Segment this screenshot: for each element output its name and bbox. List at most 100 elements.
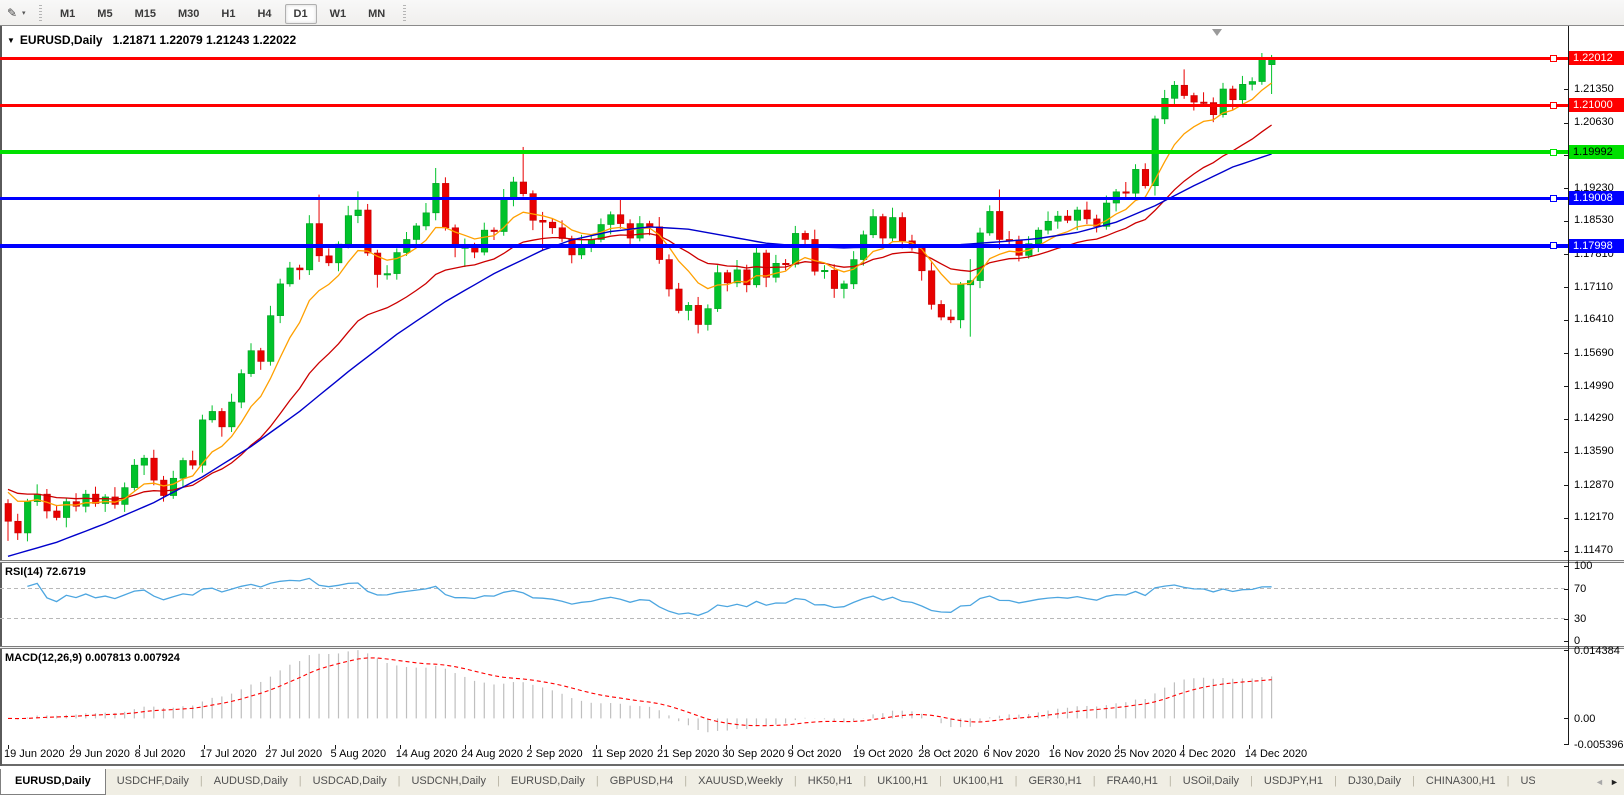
hline-price-badge[interactable]: 1.19992 <box>1569 145 1624 159</box>
candle-body <box>666 260 673 289</box>
hline-1.22012[interactable] <box>0 57 1568 60</box>
tab-scroll-right-icon[interactable]: ► <box>1607 769 1622 795</box>
timeframe-button-h1[interactable]: H1 <box>212 4 244 24</box>
hline-price-badge[interactable]: 1.22012 <box>1569 51 1624 65</box>
timeframe-button-m1[interactable]: M1 <box>51 4 84 24</box>
chart-tab-audusd-daily[interactable]: AUDUSD,Daily <box>203 769 299 795</box>
chart-tab-usdchf-daily[interactable]: USDCHF,Daily <box>106 769 200 795</box>
chart-tab-ger30-h1[interactable]: GER30,H1 <box>1018 769 1093 795</box>
hline-1.21000[interactable] <box>0 104 1568 107</box>
candle-body <box>161 480 168 495</box>
candle-body <box>131 465 138 487</box>
chart-window[interactable]: ▼EURUSD,Daily1.21871 1.22079 1.21243 1.2… <box>0 26 1624 766</box>
candle-body <box>1171 85 1178 98</box>
chart-tab-dj30-daily[interactable]: DJ30,Daily <box>1337 769 1412 795</box>
date-tick-mark <box>139 745 140 749</box>
chart-tab-uk100-h1[interactable]: UK100,H1 <box>942 769 1015 795</box>
hline-price-badge[interactable]: 1.17998 <box>1569 239 1624 253</box>
candle-body <box>1142 169 1149 185</box>
chart-tab-china300-h1[interactable]: CHINA300,H1 <box>1415 769 1507 795</box>
timeframe-button-mn[interactable]: MN <box>359 4 394 24</box>
tab-scroll-left-icon[interactable]: ◄ <box>1592 769 1607 795</box>
candle-body <box>63 502 70 518</box>
timeframe-button-m5[interactable]: M5 <box>88 4 121 24</box>
price-tick-label: 1.14990 <box>1574 380 1614 392</box>
toolbar-grip-handle-2[interactable] <box>403 5 406 21</box>
rsi-label: RSI(14) 72.6719 <box>5 566 86 578</box>
chart-tab-uk100-h1[interactable]: UK100,H1 <box>866 769 939 795</box>
timeframe-button-h4[interactable]: H4 <box>248 4 280 24</box>
chart-title: ▼EURUSD,Daily1.21871 1.22079 1.21243 1.2… <box>7 33 296 47</box>
candle-body <box>753 253 760 285</box>
candle-body <box>151 458 158 480</box>
price-tick-mark <box>1564 287 1568 288</box>
date-label: 11 Sep 2020 <box>592 748 654 760</box>
chart-tab-hk50-h1[interactable]: HK50,H1 <box>797 769 864 795</box>
rsi-line <box>27 578 1271 615</box>
candle-body <box>715 273 722 309</box>
price-tick-label: 1.12870 <box>1574 479 1614 491</box>
date-label: 29 Jun 2020 <box>69 748 130 760</box>
candle-body <box>608 215 615 225</box>
date-tick-mark <box>335 745 336 749</box>
hline-handle[interactable] <box>1550 149 1557 156</box>
chart-tab-fra40-h1[interactable]: FRA40,H1 <box>1096 769 1169 795</box>
macd-tick-mark <box>1564 650 1568 651</box>
candle-body <box>297 268 304 270</box>
draw-tool-icon[interactable]: ✎ <box>3 4 21 22</box>
date-tick-mark <box>269 745 270 749</box>
chart-tab-usoil-daily[interactable]: USOil,Daily <box>1172 769 1250 795</box>
rsi-tick-mark <box>1564 566 1568 567</box>
hline-handle[interactable] <box>1550 102 1557 109</box>
chart-tab-us[interactable]: US <box>1509 769 1535 795</box>
tool-dropdown-caret-icon[interactable]: ▾ <box>22 9 32 17</box>
timeframe-button-w1[interactable]: W1 <box>321 4 356 24</box>
date-label: 19 Oct 2020 <box>853 748 913 760</box>
macd-label: MACD(12,26,9) 0.007813 0.007924 <box>5 652 180 664</box>
price-tick-label: 1.20630 <box>1574 116 1614 128</box>
timeframe-button-d1[interactable]: D1 <box>285 4 317 24</box>
toolbar-grip-handle[interactable] <box>39 5 42 21</box>
date-tick-mark <box>400 745 401 749</box>
chart-tab-gbpusd-h4[interactable]: GBPUSD,H4 <box>599 769 685 795</box>
timeframe-button-m30[interactable]: M30 <box>169 4 208 24</box>
hline-1.17998[interactable] <box>0 244 1568 248</box>
chart-tab-eurusd-daily[interactable]: EURUSD,Daily <box>500 769 596 795</box>
hline-handle[interactable] <box>1550 195 1557 202</box>
rsi-tick-mark <box>1564 619 1568 620</box>
hline-price-badge[interactable]: 1.19008 <box>1569 191 1624 205</box>
chart-menu-arrow-icon[interactable]: ▼ <box>7 36 15 45</box>
price-tick-mark <box>1564 452 1568 453</box>
candle-body <box>821 270 828 271</box>
macd-canvas[interactable] <box>0 649 1568 745</box>
candle-body <box>676 289 683 310</box>
candle-body <box>1123 192 1130 193</box>
candle-body <box>180 461 187 479</box>
hline-handle[interactable] <box>1550 55 1557 62</box>
macd-values: 0.007813 0.007924 <box>85 652 180 664</box>
chart-tab-xauusd-weekly[interactable]: XAUUSD,Weekly <box>687 769 794 795</box>
chart-shift-marker[interactable] <box>1212 29 1222 36</box>
chart-tab-usdjpy-h1[interactable]: USDJPY,H1 <box>1253 769 1334 795</box>
rsi-tick-label: 100 <box>1574 560 1592 572</box>
candle-body <box>384 274 391 275</box>
hline-price-badge[interactable]: 1.21000 <box>1569 98 1624 112</box>
rsi-canvas[interactable] <box>0 563 1568 646</box>
timeframe-button-m15[interactable]: M15 <box>126 4 165 24</box>
chart-tab-usdcnh-daily[interactable]: USDCNH,Daily <box>400 769 497 795</box>
candle-body <box>977 233 984 281</box>
hline-1.19008[interactable] <box>0 197 1568 200</box>
price-tick-label: 1.14290 <box>1574 412 1614 424</box>
chart-tab-eurusd-daily[interactable]: EURUSD,Daily <box>0 769 106 795</box>
hline-1.19992[interactable] <box>0 150 1568 154</box>
candle-body <box>355 210 362 216</box>
hline-handle[interactable] <box>1550 242 1557 249</box>
chart-tab-usdcad-daily[interactable]: USDCAD,Daily <box>302 769 398 795</box>
price-tick-label: 1.11470 <box>1574 544 1613 556</box>
candle-body <box>637 224 644 238</box>
candle-body <box>792 233 799 264</box>
candle-body <box>870 217 877 235</box>
date-label: 27 Jul 2020 <box>265 748 322 760</box>
date-label: 14 Aug 2020 <box>396 748 458 760</box>
date-tick-mark <box>922 745 923 749</box>
